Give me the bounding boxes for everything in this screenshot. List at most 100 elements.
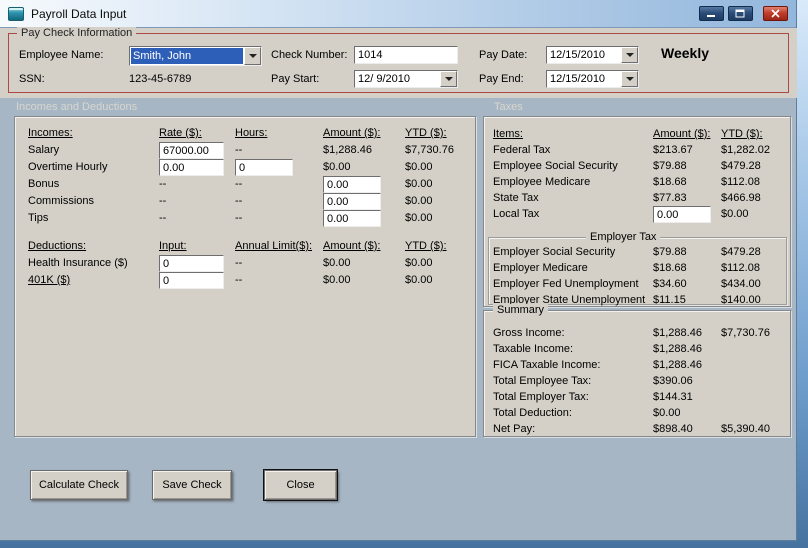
row-label: Health Insurance ($) — [28, 257, 128, 269]
row-label: Employee Social Security — [493, 160, 618, 172]
tips-amount-input[interactable] — [323, 210, 381, 227]
input-col-header: Input: — [159, 240, 187, 252]
amount-value: $898.40 — [653, 423, 693, 435]
amount-value: $0.00 — [323, 257, 351, 269]
taxes-panel: Items: Amount ($): YTD ($): Federal Tax … — [483, 116, 791, 307]
row-label: Local Tax — [493, 208, 540, 220]
limit-value: -- — [235, 257, 243, 269]
summary-row-total-employer-tax: Total Employer Tax: $144.31 — [484, 391, 790, 408]
ytd-value: $7,730.76 — [405, 144, 454, 156]
row-label: Salary — [28, 144, 60, 156]
income-row-tips: Tips -- -- $0.00 — [15, 210, 475, 229]
deduction-header-row: Deductions: Input: Annual Limit($): Amou… — [15, 240, 475, 257]
pay-end-picker[interactable]: 12/15/2010 — [546, 70, 639, 88]
minimize-icon — [707, 15, 715, 17]
amount-col-header: Amount ($): — [323, 240, 381, 252]
items-col-header: Items: — [493, 128, 523, 140]
title-bar[interactable]: Payroll Data Input — [0, 0, 796, 28]
ytd-value: $0.00 — [405, 195, 433, 207]
summary-row-total-deduction: Total Deduction: $0.00 — [484, 407, 790, 424]
pay-date-value: 12/15/2010 — [547, 47, 621, 63]
amount-value: $390.06 — [653, 375, 693, 387]
close-check-button[interactable]: Close — [264, 470, 337, 500]
overtime-rate-input[interactable] — [159, 159, 224, 176]
limit-value: -- — [235, 274, 243, 286]
ytd-value: $479.28 — [721, 246, 761, 258]
tax-row-state: State Tax $77.83 $466.98 — [484, 192, 790, 209]
ytd-value: $140.00 — [721, 294, 761, 306]
pay-date-label: Pay Date: — [479, 49, 528, 61]
ytd-value: $0.00 — [405, 274, 433, 286]
401k-input[interactable] — [159, 272, 224, 289]
close-button[interactable] — [763, 6, 788, 21]
salary-rate-input[interactable] — [159, 142, 224, 159]
incomes-panel: Incomes: Rate ($): Hours: Amount ($): YT… — [14, 116, 476, 437]
amount-col-header: Amount ($): — [653, 128, 711, 140]
ytd-value: $0.00 — [405, 257, 433, 269]
chevron-down-icon[interactable] — [244, 47, 261, 65]
chevron-down-icon[interactable] — [440, 71, 457, 87]
amount-value: $18.68 — [653, 176, 687, 188]
commissions-amount-input[interactable] — [323, 193, 381, 210]
maximize-button[interactable] — [728, 6, 753, 21]
amount-value: $11.15 — [653, 294, 686, 306]
tax-row-local: Local Tax $0.00 — [484, 206, 790, 225]
employee-name-label: Employee Name: — [19, 49, 104, 61]
pay-end-label: Pay End: — [479, 73, 524, 85]
income-row-commissions: Commissions -- -- $0.00 — [15, 193, 475, 212]
chevron-down-icon[interactable] — [621, 47, 638, 63]
row-label: Employer Medicare — [493, 262, 588, 274]
amount-value: $0.00 — [323, 274, 351, 286]
amount-value: $34.60 — [653, 278, 687, 290]
check-number-input[interactable] — [354, 46, 458, 64]
amount-value: $1,288.46 — [323, 144, 372, 156]
minimize-button[interactable] — [699, 6, 724, 21]
row-label: Gross Income: — [493, 327, 565, 339]
row-label: Bonus — [28, 178, 60, 190]
summary-row-total-employee-tax: Total Employee Tax: $390.06 — [484, 375, 790, 392]
deduction-row-health-insurance: Health Insurance ($) -- $0.00 $0.00 — [15, 255, 475, 274]
window-controls — [699, 6, 788, 21]
tax-row-federal: Federal Tax $213.67 $1,282.02 — [484, 144, 790, 161]
employee-name-select[interactable]: Smith, John — [129, 46, 262, 66]
ytd-value: $434.00 — [721, 278, 761, 290]
health-insurance-input[interactable] — [159, 255, 224, 272]
pay-date-picker[interactable]: 12/15/2010 — [546, 46, 639, 64]
income-header-row: Incomes: Rate ($): Hours: Amount ($): YT… — [15, 127, 475, 144]
pay-start-picker[interactable]: 12/ 9/2010 — [354, 70, 458, 88]
incomes-col-header: Incomes: — [28, 127, 73, 139]
ytd-value: $479.28 — [721, 160, 761, 172]
bonus-amount-input[interactable] — [323, 176, 381, 193]
ytd-value: $0.00 — [405, 178, 433, 190]
row-label: Net Pay: — [493, 423, 536, 435]
chevron-down-icon[interactable] — [621, 71, 638, 87]
rate-value: -- — [159, 178, 167, 190]
summary-row-fica-taxable-income: FICA Taxable Income: $1,288.46 — [484, 359, 790, 376]
row-label: State Tax — [493, 192, 539, 204]
rate-value: -- — [159, 212, 167, 224]
ytd-value: $112.08 — [721, 176, 760, 188]
row-label: Total Employer Tax: — [493, 391, 589, 403]
taxes-section-header: Taxes — [494, 101, 523, 113]
401k-link-label[interactable]: 401K ($) — [28, 274, 70, 287]
desktop: Payroll Data Input Pay Check Information… — [0, 0, 808, 548]
rate-value: -- — [159, 195, 167, 207]
payroll-window: Payroll Data Input Pay Check Information… — [0, 0, 797, 541]
employee-name-value: Smith, John — [131, 48, 243, 64]
amount-value: $1,288.46 — [653, 359, 702, 371]
overtime-hours-input[interactable] — [235, 159, 293, 176]
save-check-button[interactable]: Save Check — [152, 470, 232, 500]
local-tax-input[interactable] — [653, 206, 711, 223]
amount-value: $1,288.46 — [653, 343, 702, 355]
ytd-col-header: YTD ($): — [721, 128, 763, 140]
tax-header-row: Items: Amount ($): YTD ($): — [484, 128, 790, 145]
check-number-label: Check Number: — [271, 49, 348, 61]
hours-value: -- — [235, 212, 243, 224]
ytd-value: $0.00 — [721, 208, 749, 220]
amount-value: $144.31 — [653, 391, 693, 403]
tax-row-employee-medicare: Employee Medicare $18.68 $112.08 — [484, 176, 790, 193]
row-label: Total Deduction: — [493, 407, 572, 419]
row-label: Employer Fed Unemployment — [493, 278, 639, 290]
calculate-check-button[interactable]: Calculate Check — [30, 470, 128, 500]
deductions-col-header: Deductions: — [28, 240, 87, 252]
